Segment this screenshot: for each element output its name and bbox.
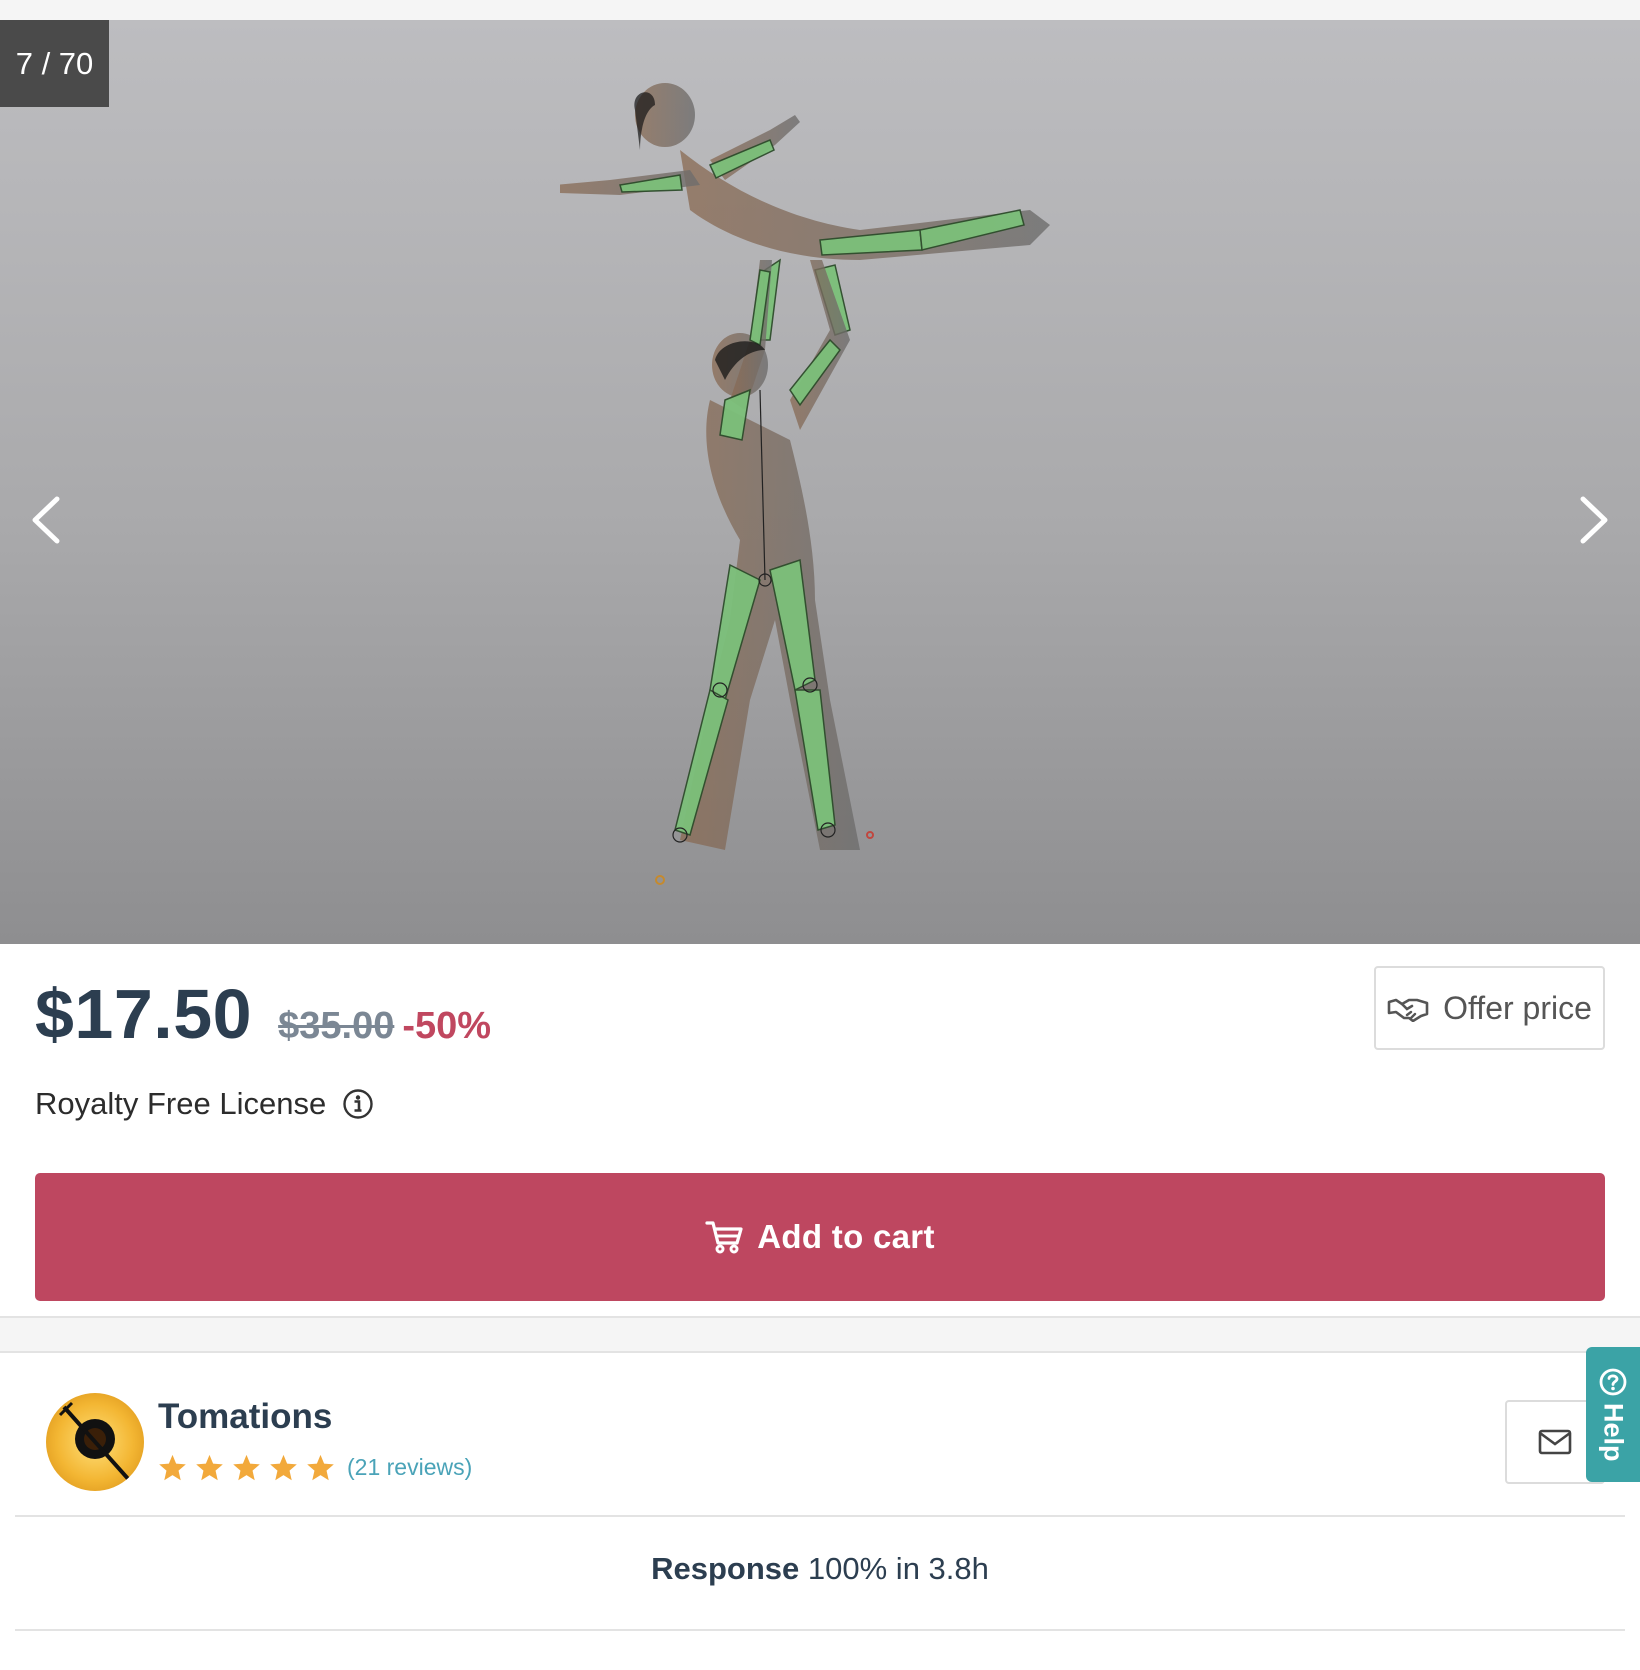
help-icon <box>1599 1368 1627 1396</box>
cart-icon <box>705 1221 743 1254</box>
prev-image-button[interactable] <box>16 480 76 560</box>
divider <box>15 1515 1625 1517</box>
current-price: $17.50 <box>35 975 253 1053</box>
offer-price-label: Offer price <box>1443 989 1592 1026</box>
add-to-cart-button[interactable]: Add to cart <box>35 1173 1605 1301</box>
star-icon <box>159 1454 186 1481</box>
help-tab[interactable]: Help <box>1586 1347 1640 1482</box>
response-value: 100% in 3.8h <box>807 1551 989 1586</box>
seller-name[interactable]: Tomations <box>158 1397 332 1437</box>
purchase-panel: $17.50 $35.00 -50% Offer price Royalty F… <box>0 944 1640 1318</box>
chevron-left-icon <box>32 496 60 544</box>
price-row: $17.50 $35.00 -50% <box>35 974 491 1054</box>
star-icon <box>270 1454 297 1481</box>
reviews-link[interactable]: (21 reviews) <box>347 1454 472 1481</box>
response-stats: Response 100% in 3.8h <box>0 1551 1640 1587</box>
seller-logo-icon <box>58 1401 132 1483</box>
handshake-icon <box>1387 998 1429 1022</box>
info-icon[interactable] <box>342 1088 374 1120</box>
star-icon <box>233 1454 260 1481</box>
add-to-cart-label: Add to cart <box>757 1218 935 1255</box>
star-icon <box>196 1454 223 1481</box>
help-label: Help <box>1598 1403 1629 1462</box>
star-icon <box>307 1454 334 1481</box>
offer-price-button[interactable]: Offer price <box>1374 966 1605 1050</box>
discount-badge: -50% <box>402 1005 492 1047</box>
next-image-button[interactable] <box>1564 480 1624 560</box>
rigged-figures-image <box>560 83 1050 885</box>
seller-panel: Tomations (21 reviews) Response 100% in … <box>0 1351 1640 1670</box>
seller-rating: (21 reviews) <box>158 1453 472 1482</box>
seller-avatar[interactable] <box>46 1393 144 1491</box>
envelope-icon <box>1538 1429 1572 1455</box>
license-row: Royalty Free License <box>35 1086 374 1122</box>
image-gallery[interactable]: 7 / 70 <box>0 20 1640 944</box>
chevron-right-icon <box>1580 496 1608 544</box>
divider <box>15 1629 1625 1631</box>
license-label: Royalty Free License <box>35 1086 327 1121</box>
image-counter: 7 / 70 <box>0 20 109 107</box>
original-price: $35.00 <box>278 1005 395 1047</box>
product-page: 7 / 70 $17.50 $35.00 -50% Offer price Ro… <box>0 0 1640 1670</box>
response-label: Response <box>651 1551 800 1586</box>
